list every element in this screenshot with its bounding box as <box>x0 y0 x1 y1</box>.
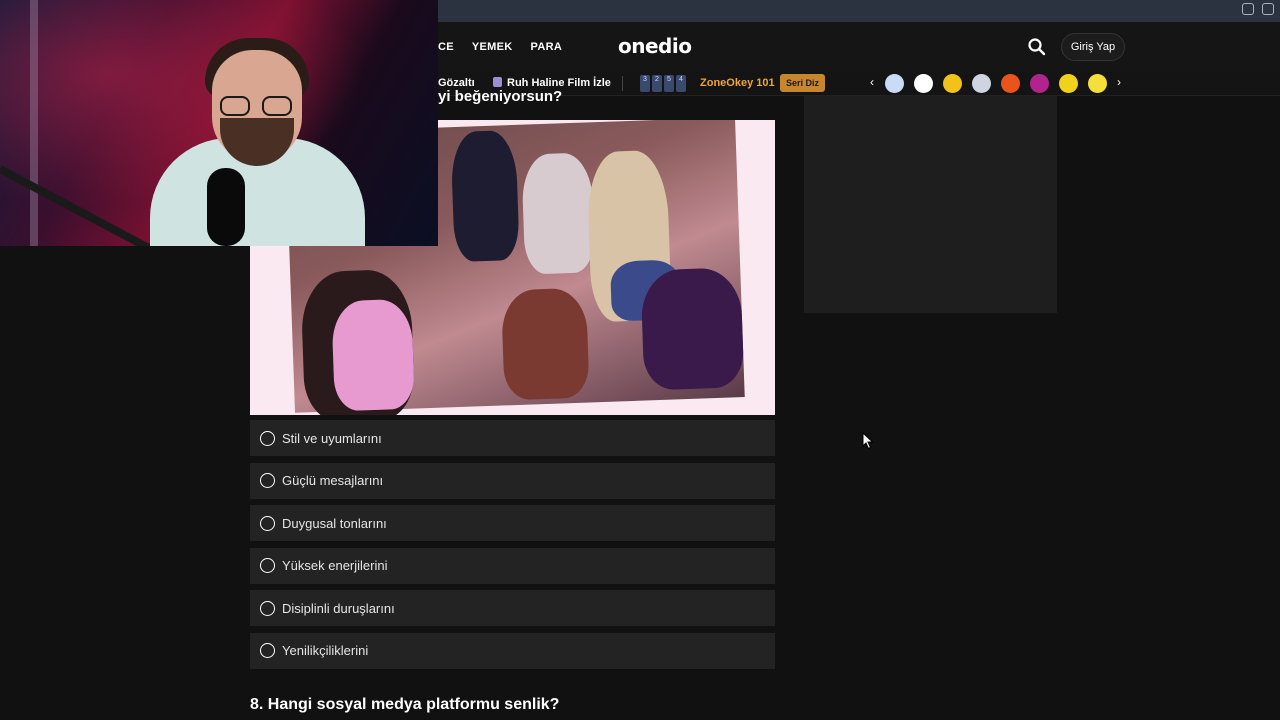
answer-option[interactable]: Güçlü mesajlarını <box>250 462 775 499</box>
option-label: Stil ve uyumlarını <box>282 430 382 446</box>
film-icon <box>493 77 502 87</box>
option-label: Yenilikçiliklerini <box>282 643 369 659</box>
radio-icon[interactable] <box>260 515 275 531</box>
num-badge: 5 <box>664 75 674 92</box>
story-circle[interactable] <box>943 74 962 93</box>
num-badge: 2 <box>652 75 662 92</box>
answer-option[interactable]: Disiplinli duruşlarını <box>250 590 775 627</box>
figure <box>640 267 745 391</box>
option-label: Disiplinli duruşlarını <box>282 600 395 616</box>
ad-placeholder <box>804 96 1057 313</box>
story-circle[interactable] <box>1001 74 1020 93</box>
radio-icon[interactable] <box>260 473 275 489</box>
nav-item-kultur[interactable]: CE <box>438 41 454 53</box>
radio-icon[interactable] <box>260 558 275 574</box>
login-button[interactable]: Giriş Yap <box>1061 33 1125 61</box>
nav-item-yemek[interactable]: YEMEK <box>472 41 513 53</box>
number-game-icon[interactable]: 3 2 5 4 <box>640 75 686 92</box>
search-icon[interactable] <box>1027 37 1047 57</box>
story-circles <box>885 74 1107 93</box>
story-circle[interactable] <box>885 74 904 93</box>
figure <box>500 287 590 401</box>
question-title: yi beğeniyorsun? <box>438 88 563 105</box>
story-circle[interactable] <box>914 74 933 93</box>
zoneokey-link[interactable]: ZoneOkey 101 <box>700 77 775 89</box>
option-label: Yüksek enerjilerini <box>282 558 388 574</box>
figure <box>331 298 415 412</box>
answer-option[interactable]: Stil ve uyumlarını <box>250 420 775 456</box>
story-circle[interactable] <box>1088 74 1107 93</box>
next-question-title: 8. Hangi sosyal medya platformu senlik? <box>250 696 560 713</box>
onedio-logo[interactable]: onedio <box>618 34 692 58</box>
mouse-cursor-icon <box>862 432 874 450</box>
answer-option[interactable]: Duygusal tonlarını <box>250 505 775 542</box>
screen: CE YEMEK PARA onedio Giriş Yap Gözaltı R… <box>0 0 1280 720</box>
nav-item-para[interactable]: PARA <box>531 41 563 53</box>
curtain <box>30 0 38 246</box>
radio-icon[interactable] <box>260 430 275 446</box>
answer-option[interactable]: Yüksek enerjilerini <box>250 547 775 584</box>
option-label: Güçlü mesajlarını <box>282 473 384 489</box>
main-nav: CE YEMEK PARA <box>438 22 562 72</box>
shield-icon[interactable] <box>1262 3 1274 15</box>
num-badge: 4 <box>676 75 686 92</box>
answer-option[interactable]: Yenilikçiliklerini <box>250 632 775 669</box>
story-circle[interactable] <box>1059 74 1078 93</box>
radio-icon[interactable] <box>260 643 275 659</box>
chevron-left-icon[interactable]: ‹ <box>870 75 874 89</box>
streamer-glasses <box>220 96 296 116</box>
num-badge: 3 <box>640 75 650 92</box>
camera-icon[interactable] <box>1242 3 1254 15</box>
microphone <box>207 168 245 246</box>
answer-options: Stil ve uyumlarını Güçlü mesajlarını Duy… <box>250 420 775 676</box>
webcam-overlay <box>0 0 438 246</box>
divider <box>622 76 623 91</box>
story-circle[interactable] <box>1030 74 1049 93</box>
story-circle[interactable] <box>972 74 991 93</box>
radio-icon[interactable] <box>260 600 275 616</box>
figure <box>450 129 520 263</box>
figure <box>521 152 596 275</box>
chevron-right-icon[interactable]: › <box>1117 75 1121 89</box>
option-label: Duygusal tonlarını <box>282 515 387 531</box>
seri-diz-button[interactable]: Seri Diz <box>780 74 826 92</box>
